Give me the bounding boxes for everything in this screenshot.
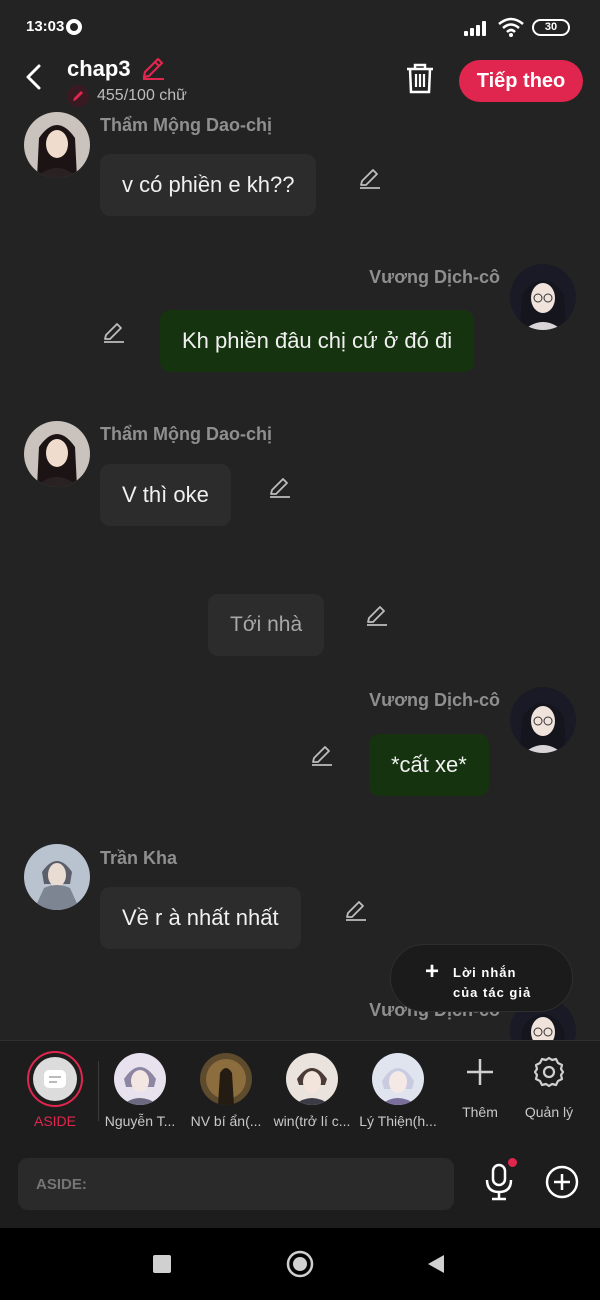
sender-name: Trần Kha: [100, 848, 178, 868]
header: chap3 455/100 chữ Tiếp theo: [0, 52, 600, 114]
edit-message-icon[interactable]: [365, 603, 389, 627]
character-item[interactable]: win(trở lí c...: [272, 1041, 352, 1141]
word-count-icon: [67, 85, 89, 107]
back-nav-button[interactable]: [426, 1253, 446, 1275]
aside-message[interactable]: Tới nhà: [208, 594, 325, 656]
author-note-label: Lời nhắn của tác giả: [453, 963, 531, 1003]
status-time: 13:03: [26, 18, 65, 35]
chat-area[interactable]: Thẩm Mộng Dao-chị v có phiền e kh?? Vươn…: [0, 110, 600, 1040]
character-avatar: [114, 1053, 166, 1105]
edit-title-icon[interactable]: [140, 55, 166, 81]
aside-label: ASIDE: [33, 1113, 76, 1129]
message-bubble[interactable]: V thì oke: [100, 464, 231, 526]
message-bubble[interactable]: Về r à nhất nhất: [100, 887, 301, 949]
edit-message-icon[interactable]: [358, 166, 382, 190]
microphone-icon[interactable]: [482, 1162, 516, 1202]
back-button[interactable]: [20, 62, 50, 92]
signal-icon: [464, 20, 490, 36]
author-note-line2: của tác giả: [453, 985, 532, 1000]
character-label: Nguyễn T...: [104, 1113, 176, 1129]
character-label: NV bí ẩn(...: [190, 1113, 262, 1129]
character-item[interactable]: NV bí ẩn(...: [186, 1041, 266, 1141]
home-button[interactable]: [285, 1249, 315, 1279]
character-avatar: [372, 1053, 424, 1105]
character-bar: ASIDE Nguyễn T... NV bí ẩn(... win(trở l…: [0, 1040, 600, 1140]
message-bubble[interactable]: v có phiền e kh??: [100, 154, 317, 216]
wifi-icon: [498, 17, 524, 37]
add-character-button[interactable]: Thêm: [445, 1041, 515, 1141]
avatar-tran-kha[interactable]: [24, 844, 90, 910]
next-button[interactable]: Tiếp theo: [459, 60, 583, 102]
add-circle-icon[interactable]: [544, 1164, 580, 1200]
edit-message-icon[interactable]: [102, 320, 126, 344]
author-note-button[interactable]: + Lời nhắn của tác giả: [390, 944, 573, 1012]
message-bubble[interactable]: Kh phiền đâu chị cứ ở đó đi: [160, 310, 475, 372]
author-note-line1: Lời nhắn: [453, 965, 517, 980]
sender-name: Vương Dịch-cô: [369, 267, 500, 287]
manage-label: Quản lý: [524, 1104, 574, 1120]
character-label: win(trở lí c...: [273, 1113, 351, 1129]
gear-icon: [533, 1056, 565, 1088]
plus-icon: [467, 1059, 493, 1085]
character-item[interactable]: Lý Thiện(h...: [358, 1041, 438, 1141]
edit-message-icon[interactable]: [344, 898, 368, 922]
plus-icon: +: [425, 958, 440, 985]
aside-character[interactable]: [27, 1051, 83, 1107]
edit-message-icon[interactable]: [310, 743, 334, 767]
sender-name: Vương Dịch-cô: [369, 690, 500, 710]
add-label: Thêm: [462, 1104, 498, 1120]
avatar-vuong-dich[interactable]: [510, 687, 576, 753]
character-item[interactable]: Nguyễn T...: [100, 1041, 180, 1141]
system-nav-bar: [0, 1228, 600, 1300]
divider: [98, 1061, 99, 1121]
word-count: 455/100 chữ: [97, 87, 187, 104]
character-avatar: [200, 1053, 252, 1105]
manage-button[interactable]: Quản lý: [514, 1041, 584, 1141]
message-bubble[interactable]: *cất xe*: [369, 734, 489, 796]
avatar-tham-mong-dao[interactable]: [24, 112, 90, 178]
character-label: Lý Thiện(h...: [359, 1113, 437, 1129]
recents-button[interactable]: [153, 1255, 171, 1273]
aside-icon: [33, 1057, 77, 1101]
sender-name: Thẩm Mộng Dao-chị: [100, 424, 272, 444]
character-avatar: [286, 1053, 338, 1105]
nfc-icon: [66, 19, 82, 35]
edit-message-icon[interactable]: [268, 475, 292, 499]
input-bar: [0, 1140, 600, 1228]
delete-icon[interactable]: [404, 61, 436, 95]
avatar-tham-mong-dao[interactable]: [24, 421, 90, 487]
chapter-title: chap3: [67, 56, 131, 81]
status-bar: 13:03 30: [0, 0, 600, 52]
avatar-vuong-dich[interactable]: [510, 264, 576, 330]
battery-icon: 30: [532, 19, 570, 36]
message-input[interactable]: [18, 1158, 454, 1210]
notification-dot: [508, 1158, 517, 1167]
sender-name: Thẩm Mộng Dao-chị: [100, 115, 272, 135]
